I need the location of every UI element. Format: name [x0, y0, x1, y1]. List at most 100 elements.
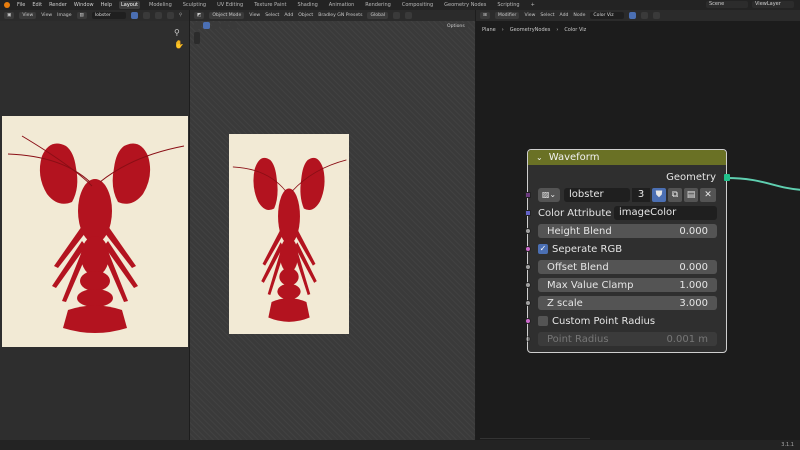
menu-edit[interactable]: Edit — [32, 2, 42, 8]
tab-animation[interactable]: Animation — [327, 1, 357, 9]
breadcrumb-plane[interactable]: Plane — [482, 27, 496, 33]
color-attribute-field[interactable]: imageColor — [614, 206, 717, 220]
toolbar-toggle-icon[interactable] — [194, 32, 200, 44]
select-new-icon[interactable] — [203, 22, 210, 29]
fake-user-icon[interactable] — [130, 12, 138, 19]
duplicate-icon[interactable] — [641, 12, 649, 19]
pin-icon[interactable]: ⚲ — [179, 13, 182, 18]
separate-rgb-checkbox[interactable]: ✓ — [538, 244, 548, 254]
editor-type-icon[interactable]: ⊞ — [480, 12, 490, 19]
image-users-count[interactable]: 3 — [632, 188, 650, 202]
snap-icon[interactable] — [393, 12, 401, 19]
zoom-icon[interactable]: ⚲ — [174, 28, 180, 37]
menu-add[interactable]: Add — [284, 13, 293, 18]
z-scale-socket[interactable] — [525, 300, 531, 306]
proportional-edit-icon[interactable] — [405, 12, 413, 19]
object-mode-dropdown[interactable]: Object Mode — [209, 12, 245, 19]
custom-point-radius-socket[interactable] — [525, 318, 531, 324]
unlink-icon[interactable] — [653, 12, 661, 19]
tab-shading[interactable]: Shading — [295, 1, 319, 9]
tab-layout[interactable]: Layout — [119, 1, 140, 9]
unlink-icon[interactable] — [166, 12, 174, 19]
modifier-dropdown[interactable]: Modifier — [494, 12, 520, 19]
image-editor-area[interactable]: ▣ View View Image ▨ lobster ⚲ ⚲ ✋ — [0, 10, 189, 440]
options-dropdown[interactable]: Options — [444, 23, 468, 30]
menu-window[interactable]: Window — [74, 2, 94, 8]
add-workspace-button[interactable]: + — [529, 1, 537, 9]
editor-type-icon[interactable]: ▣ — [4, 12, 15, 19]
tab-scripting[interactable]: Scripting — [495, 1, 521, 9]
custom-point-radius-checkbox[interactable] — [538, 316, 548, 326]
menu-select[interactable]: Select — [540, 13, 554, 18]
menu-image[interactable]: Image — [57, 13, 71, 18]
editor-type-icon[interactable]: ◩ — [194, 12, 205, 19]
orientation-dropdown[interactable]: Global — [367, 12, 389, 19]
max-value-clamp-slider[interactable]: Max Value Clamp 1.000 — [538, 278, 717, 292]
tab-texture-paint[interactable]: Texture Paint — [252, 1, 288, 9]
breadcrumb-separator-icon: › — [556, 27, 559, 33]
waveform-node[interactable]: ⌄ Waveform Geometry ▨⌄ lobster 3 ⛊ ⧉ ▤ ✕… — [525, 149, 730, 353]
node-header[interactable]: ⌄ Waveform — [528, 150, 726, 165]
image-browse-icon[interactable]: ▨ — [76, 12, 87, 19]
hand-pan-icon[interactable]: ✋ — [174, 40, 184, 49]
menu-select[interactable]: Select — [265, 13, 279, 18]
height-blend-slider[interactable]: Height Blend 0.000 — [538, 224, 717, 238]
open-image-icon[interactable] — [154, 12, 162, 19]
menu-file[interactable]: File — [17, 2, 25, 8]
menu-view[interactable]: View — [41, 13, 52, 18]
menu-bradley-gn-presets[interactable]: Bradley GN Presets — [318, 13, 362, 18]
breadcrumb-geometrynodes[interactable]: GeometryNodes — [510, 27, 551, 33]
height-blend-socket[interactable] — [525, 228, 531, 234]
max-value-clamp-socket[interactable] — [525, 282, 531, 288]
point-radius-row: Point Radius 0.001 m — [525, 332, 726, 346]
node-group-field[interactable]: Color Viz — [590, 12, 625, 19]
open-folder-icon[interactable]: ▤ — [684, 188, 698, 202]
menu-view[interactable]: View — [524, 13, 535, 18]
status-bar: 3.1.1 — [0, 440, 800, 450]
image-browse-icon[interactable]: ▨⌄ — [538, 188, 560, 202]
menu-help[interactable]: Help — [101, 2, 112, 8]
tab-sculpting[interactable]: Sculpting — [181, 1, 208, 9]
duplicate-icon[interactable]: ⧉ — [668, 188, 682, 202]
fake-user-shield-icon[interactable]: ⛊ — [652, 188, 666, 202]
scene-selector[interactable]: Scene — [706, 1, 748, 8]
blender-logo-icon[interactable] — [4, 2, 10, 8]
image-input-socket[interactable] — [525, 192, 531, 198]
tab-modeling[interactable]: Modeling — [147, 1, 174, 9]
offset-blend-socket[interactable] — [525, 264, 531, 270]
geometry-output-socket[interactable] — [724, 174, 730, 181]
menu-view[interactable]: View — [249, 13, 260, 18]
tab-rendering[interactable]: Rendering — [363, 1, 393, 9]
view-layer-selector[interactable]: ViewLayer — [752, 1, 794, 8]
tab-compositing[interactable]: Compositing — [400, 1, 435, 9]
tab-geometry-nodes[interactable]: Geometry Nodes — [442, 1, 488, 9]
point-radius-slider[interactable]: Point Radius 0.001 m — [538, 332, 717, 346]
new-image-icon[interactable] — [142, 12, 150, 19]
menu-node[interactable]: Node — [573, 13, 585, 18]
view-mode-dropdown[interactable]: View — [19, 12, 37, 19]
select-extend-icon[interactable] — [212, 22, 219, 29]
menu-object[interactable]: Object — [298, 13, 313, 18]
menu-render[interactable]: Render — [49, 2, 67, 8]
node-editor-header: ⊞ Modifier View Select Add Node Color Vi… — [476, 10, 800, 21]
fake-user-icon[interactable] — [629, 12, 637, 19]
offset-blend-row: Offset Blend 0.000 — [525, 260, 726, 274]
separate-rgb-socket[interactable] — [525, 246, 531, 252]
output-geometry-label: Geometry — [666, 171, 716, 183]
menu-add[interactable]: Add — [560, 13, 569, 18]
color-attribute-socket[interactable] — [525, 210, 531, 216]
color-attribute-row: Color Attribute imageColor — [525, 206, 726, 220]
point-radius-socket[interactable] — [525, 336, 531, 342]
image-name-field[interactable]: lobster — [564, 188, 630, 202]
select-subtract-icon[interactable] — [221, 22, 228, 29]
z-scale-slider[interactable]: Z scale 3.000 — [538, 296, 717, 310]
breadcrumb-color-viz[interactable]: Color Viz — [564, 27, 586, 33]
unlink-x-icon[interactable]: ✕ — [700, 188, 716, 202]
image-name-field[interactable]: lobster — [91, 12, 126, 19]
offset-blend-slider[interactable]: Offset Blend 0.000 — [538, 260, 717, 274]
tab-uv-editing[interactable]: UV Editing — [215, 1, 245, 9]
select-invert-icon[interactable] — [230, 22, 237, 29]
3d-viewport-area[interactable]: ◩ Object Mode View Select Add Object Bra… — [190, 10, 475, 440]
collapse-chevron-icon[interactable]: ⌄ — [536, 153, 543, 162]
tool-cursor-icon[interactable] — [194, 22, 201, 29]
